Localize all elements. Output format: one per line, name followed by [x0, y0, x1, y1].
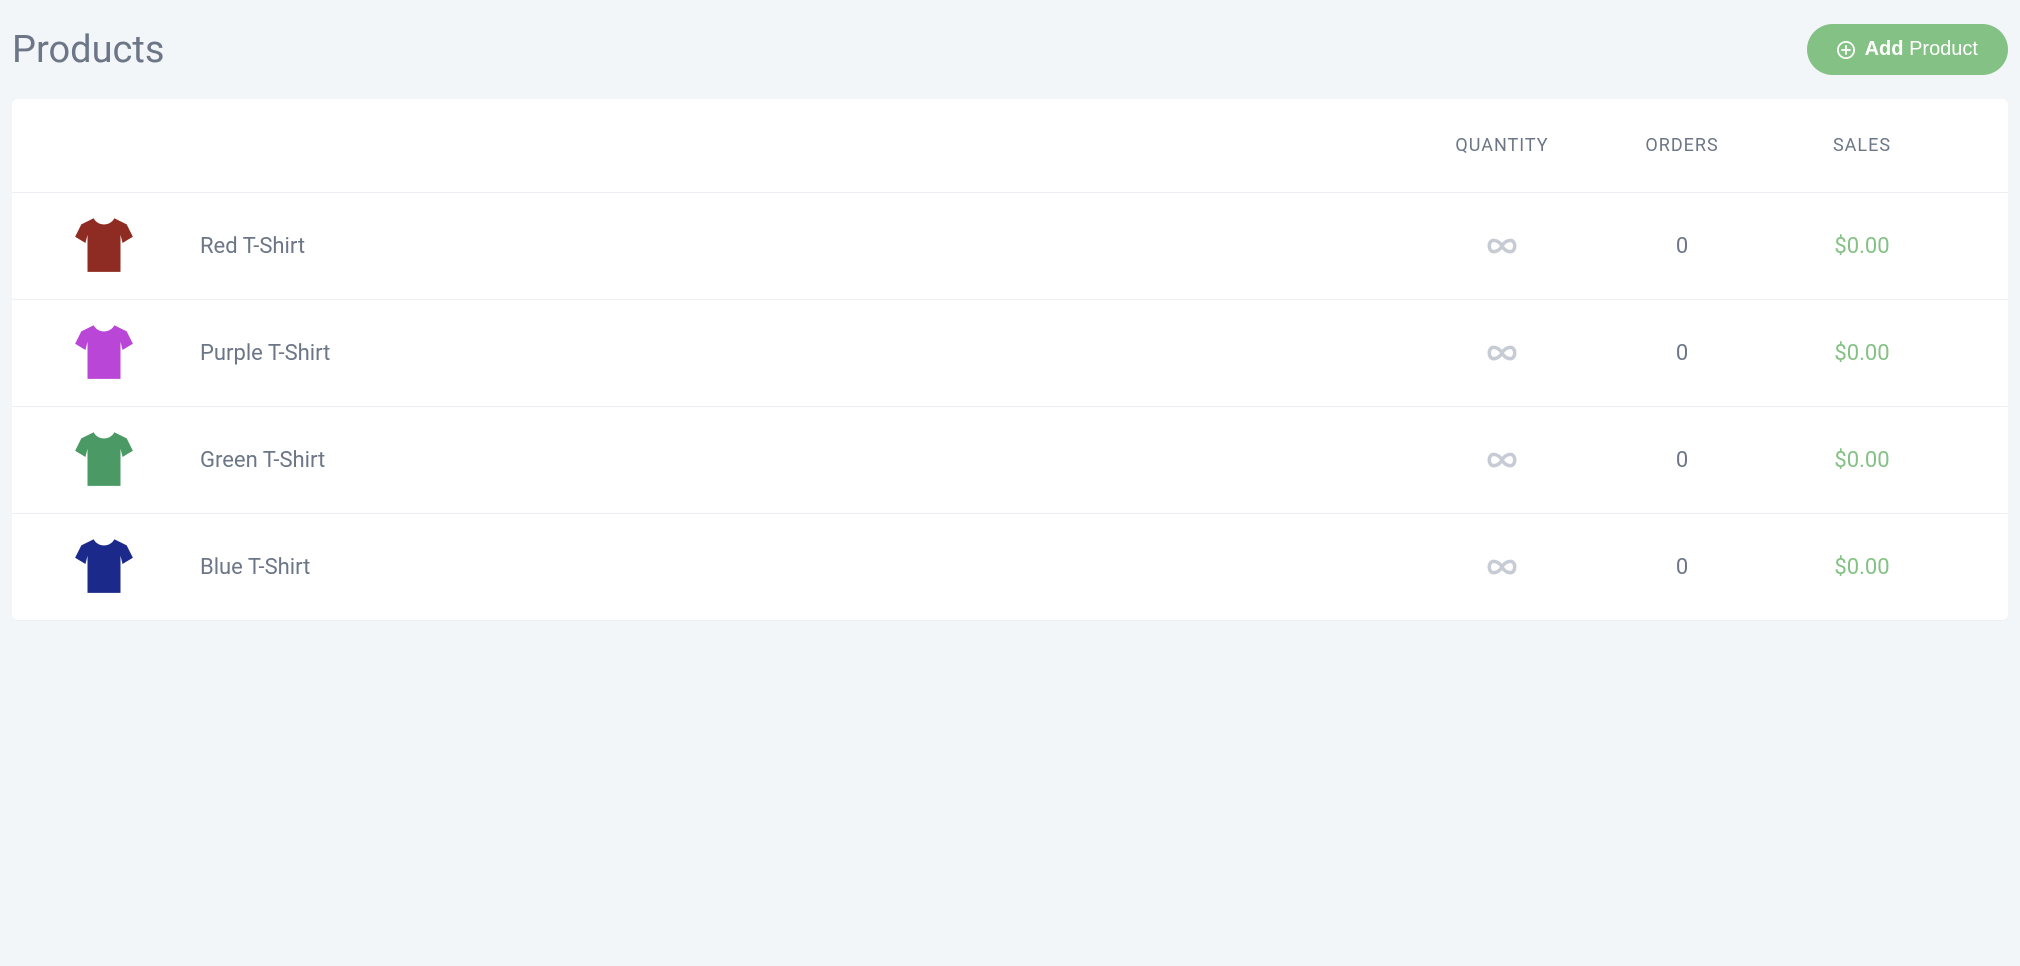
table-row[interactable]: Red T-Shirt 0 $0.00 [12, 193, 2008, 300]
add-button-label-light: Product [1909, 38, 1978, 60]
infinity-icon [1485, 557, 1519, 577]
orders-cell: 0 [1592, 234, 1772, 259]
infinity-icon [1485, 236, 1519, 256]
orders-cell: 0 [1592, 555, 1772, 580]
infinity-icon [1485, 450, 1519, 470]
table-header: QUANTITY ORDERS SALES [12, 99, 2008, 193]
sales-cell: $0.00 [1772, 555, 1952, 580]
tshirt-icon [68, 530, 140, 602]
column-orders: ORDERS [1592, 135, 1772, 156]
quantity-cell [1412, 343, 1592, 363]
add-button-label-strong: Add [1865, 38, 1904, 60]
product-cell: Green T-Shirt [68, 425, 1412, 495]
product-name: Purple T-Shirt [200, 341, 330, 366]
product-cell: Blue T-Shirt [68, 532, 1412, 602]
tshirt-icon [68, 316, 140, 388]
column-quantity: QUANTITY [1412, 135, 1592, 156]
tshirt-icon [68, 209, 140, 281]
page-title: Products [12, 28, 164, 72]
product-name: Red T-Shirt [200, 234, 305, 259]
column-sales: SALES [1772, 135, 1952, 156]
infinity-icon [1485, 343, 1519, 363]
quantity-cell [1412, 450, 1592, 470]
product-cell: Purple T-Shirt [68, 318, 1412, 388]
tshirt-icon [68, 423, 140, 495]
sales-cell: $0.00 [1772, 234, 1952, 259]
orders-cell: 0 [1592, 341, 1772, 366]
column-name [68, 135, 1412, 156]
product-name: Blue T-Shirt [200, 555, 310, 580]
sales-cell: $0.00 [1772, 341, 1952, 366]
table-row[interactable]: Purple T-Shirt 0 $0.00 [12, 300, 2008, 407]
plus-circle-icon [1837, 41, 1855, 59]
table-row[interactable]: Blue T-Shirt 0 $0.00 [12, 514, 2008, 620]
quantity-cell [1412, 557, 1592, 577]
product-name: Green T-Shirt [200, 448, 325, 473]
product-cell: Red T-Shirt [68, 211, 1412, 281]
table-row[interactable]: Green T-Shirt 0 $0.00 [12, 407, 2008, 514]
sales-cell: $0.00 [1772, 448, 1952, 473]
products-table: QUANTITY ORDERS SALES Red T-Shirt 0 $0.0… [12, 99, 2008, 620]
orders-cell: 0 [1592, 448, 1772, 473]
add-product-button[interactable]: Add Product [1807, 24, 2008, 75]
quantity-cell [1412, 236, 1592, 256]
